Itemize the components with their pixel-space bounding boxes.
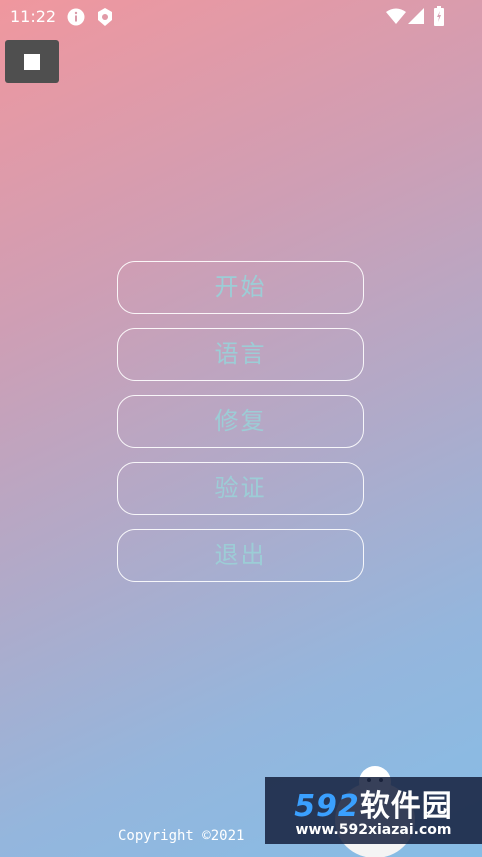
- status-bar: 11:22: [0, 0, 482, 34]
- language-button[interactable]: 语言: [117, 328, 364, 381]
- verify-button[interactable]: 验证: [117, 462, 364, 515]
- main-menu: 开始 语言 修复 验证 退出: [117, 261, 364, 596]
- app-screen: 11:22 开始 语言 修复 验证 退出 Copyright ©2021 592…: [0, 0, 482, 857]
- copyright-text: Copyright ©2021: [118, 828, 245, 844]
- status-time: 11:22: [10, 7, 57, 26]
- signal-icon: [408, 8, 424, 24]
- watermark-brand: 592软件园: [294, 789, 453, 824]
- info-icon: [67, 8, 85, 26]
- stop-button[interactable]: [5, 40, 59, 83]
- stop-icon: [24, 54, 40, 70]
- watermark-url: www.592xiazai.com: [295, 822, 452, 838]
- wifi-icon: [386, 8, 406, 24]
- start-button[interactable]: 开始: [117, 261, 364, 314]
- repair-button[interactable]: 修复: [117, 395, 364, 448]
- watermark-logo: 592软件园 www.592xiazai.com: [265, 777, 482, 844]
- exit-button[interactable]: 退出: [117, 529, 364, 582]
- battery-icon: [434, 6, 444, 26]
- app-status-icon: [98, 8, 112, 26]
